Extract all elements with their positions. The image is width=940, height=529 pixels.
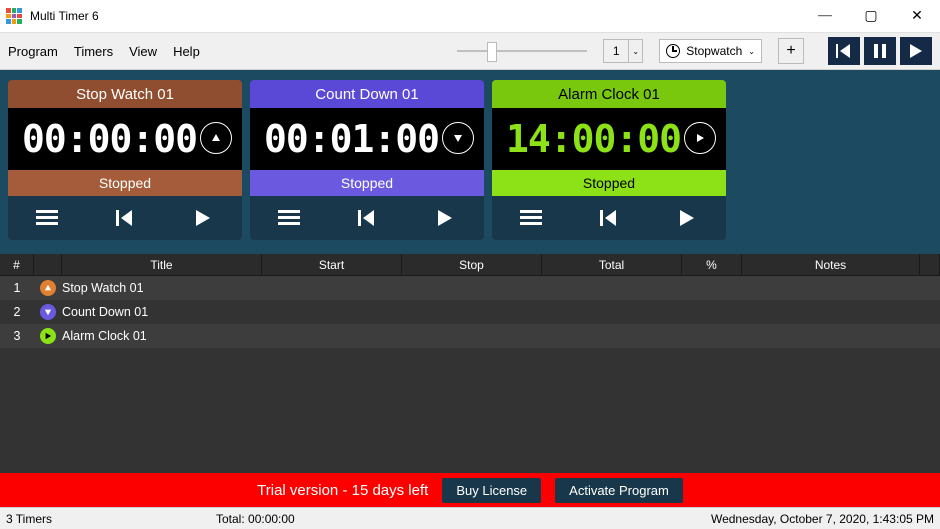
menu-timers[interactable]: Timers bbox=[74, 44, 113, 59]
menu-help[interactable]: Help bbox=[173, 44, 200, 59]
table-row[interactable]: 1 Stop Watch 01 bbox=[0, 276, 940, 300]
app-icon bbox=[6, 8, 22, 24]
status-datetime: Wednesday, October 7, 2020, 1:43:05 PM bbox=[711, 512, 934, 526]
count-up-icon bbox=[40, 280, 56, 296]
count-down-icon[interactable] bbox=[442, 122, 474, 154]
count-down-icon bbox=[40, 304, 56, 320]
timer-card-alarm: Alarm Clock 01 14:00:00 Stopped bbox=[492, 80, 726, 240]
play-button[interactable] bbox=[659, 202, 715, 234]
play-all-button[interactable] bbox=[900, 37, 932, 65]
titlebar: Multi Timer 6 — ▢ ✕ bbox=[0, 0, 940, 32]
timer-display: 14:00:00 bbox=[506, 117, 681, 161]
pause-all-button[interactable] bbox=[864, 37, 896, 65]
rewind-all-button[interactable] bbox=[828, 37, 860, 65]
rewind-button[interactable] bbox=[339, 202, 395, 234]
timer-status: Stopped bbox=[8, 170, 242, 196]
col-type-icon[interactable] bbox=[34, 254, 62, 275]
timer-display: 00:00:00 bbox=[22, 117, 197, 161]
rewind-button[interactable] bbox=[581, 202, 637, 234]
count-stepper[interactable]: 1 ⌄ bbox=[603, 39, 643, 63]
chevron-down-icon[interactable]: ⌄ bbox=[628, 40, 642, 62]
timer-status: Stopped bbox=[492, 170, 726, 196]
col-percent[interactable]: % bbox=[682, 254, 742, 275]
col-title[interactable]: Title bbox=[62, 254, 262, 275]
chevron-down-icon: ⌄ bbox=[748, 47, 755, 56]
timer-table: # Title Start Stop Total % Notes 1 Stop … bbox=[0, 254, 940, 473]
trial-bar: Trial version - 15 days left Buy License… bbox=[0, 473, 940, 507]
timer-title[interactable]: Alarm Clock 01 bbox=[492, 80, 726, 108]
trial-message: Trial version - 15 days left bbox=[257, 482, 428, 499]
menu-icon[interactable] bbox=[503, 202, 559, 234]
close-button[interactable]: ✕ bbox=[894, 0, 940, 32]
status-timer-count: 3 Timers bbox=[6, 512, 166, 526]
table-row[interactable]: 3 Alarm Clock 01 bbox=[0, 324, 940, 348]
zoom-slider[interactable] bbox=[457, 40, 587, 62]
rewind-button[interactable] bbox=[97, 202, 153, 234]
play-button[interactable] bbox=[417, 202, 473, 234]
timer-cards: Stop Watch 01 00:00:00 Stopped Count Dow… bbox=[0, 70, 940, 248]
menu-program[interactable]: Program bbox=[8, 44, 58, 59]
timer-card-stopwatch: Stop Watch 01 00:00:00 Stopped bbox=[8, 80, 242, 240]
stopwatch-icon bbox=[666, 44, 680, 58]
col-total[interactable]: Total bbox=[542, 254, 682, 275]
add-timer-button[interactable]: + bbox=[778, 38, 804, 64]
table-body: 1 Stop Watch 01 2 Count Down 01 3 Alarm … bbox=[0, 276, 940, 348]
table-header: # Title Start Stop Total % Notes bbox=[0, 254, 940, 276]
timer-type-select[interactable]: Stopwatch ⌄ bbox=[659, 39, 762, 63]
timer-card-countdown: Count Down 01 00:01:00 Stopped bbox=[250, 80, 484, 240]
minimize-button[interactable]: — bbox=[802, 0, 848, 32]
menu-icon[interactable] bbox=[19, 202, 75, 234]
timer-title[interactable]: Stop Watch 01 bbox=[8, 80, 242, 108]
activate-program-button[interactable]: Activate Program bbox=[555, 478, 683, 503]
col-start[interactable]: Start bbox=[262, 254, 402, 275]
timer-title[interactable]: Count Down 01 bbox=[250, 80, 484, 108]
col-number[interactable]: # bbox=[0, 254, 34, 275]
col-stop[interactable]: Stop bbox=[402, 254, 542, 275]
count-value: 1 bbox=[604, 44, 628, 58]
menu-view[interactable]: View bbox=[129, 44, 157, 59]
alarm-play-icon bbox=[40, 328, 56, 344]
timer-type-label: Stopwatch bbox=[686, 44, 742, 58]
timer-display: 00:01:00 bbox=[264, 117, 439, 161]
menubar: Program Timers View Help 1 ⌄ Stopwatch ⌄… bbox=[0, 32, 940, 70]
alarm-play-icon[interactable] bbox=[684, 122, 716, 154]
col-notes[interactable]: Notes bbox=[742, 254, 920, 275]
menu-icon[interactable] bbox=[261, 202, 317, 234]
status-total: Total: 00:00:00 bbox=[216, 512, 661, 526]
maximize-button[interactable]: ▢ bbox=[848, 0, 894, 32]
window-title: Multi Timer 6 bbox=[30, 9, 802, 23]
buy-license-button[interactable]: Buy License bbox=[442, 478, 541, 503]
statusbar: 3 Timers Total: 00:00:00 Wednesday, Octo… bbox=[0, 507, 940, 529]
play-button[interactable] bbox=[175, 202, 231, 234]
table-row[interactable]: 2 Count Down 01 bbox=[0, 300, 940, 324]
timer-status: Stopped bbox=[250, 170, 484, 196]
count-up-icon[interactable] bbox=[200, 122, 232, 154]
